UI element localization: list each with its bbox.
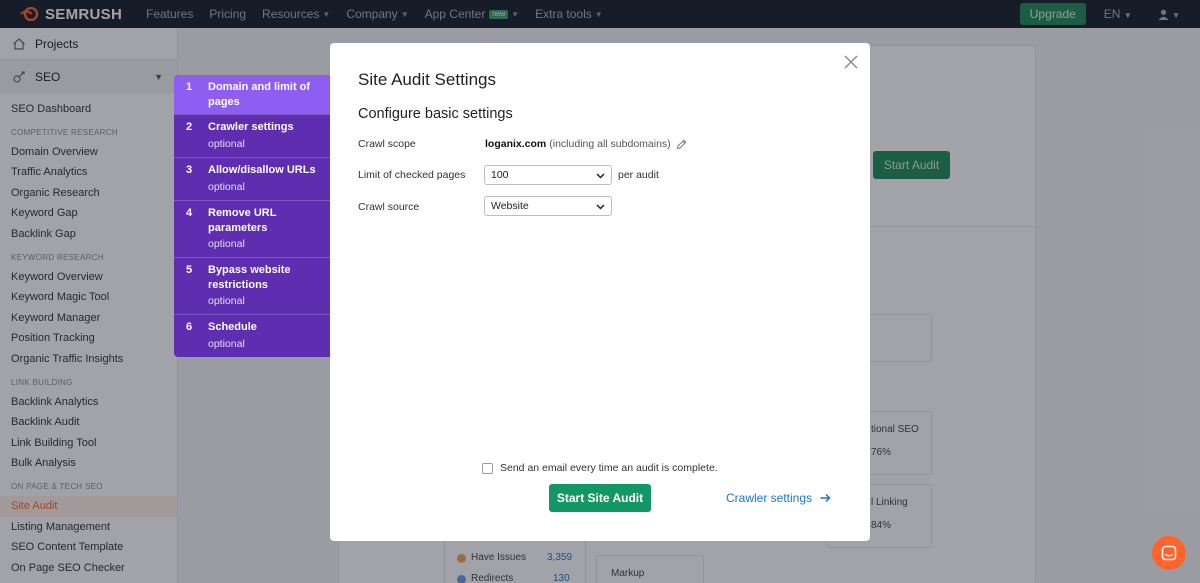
- modal-subtitle: Configure basic settings: [358, 106, 513, 122]
- step-bypass-website-restrictions[interactable]: 5 Bypass website restrictions optional: [174, 258, 330, 315]
- step-title: Schedule: [208, 321, 257, 333]
- settings-steps-panel: 1 Domain and limit of pages 2 Crawler se…: [174, 75, 330, 357]
- step-domain-and-limit[interactable]: 1 Domain and limit of pages: [174, 75, 330, 115]
- crawl-scope-value: loganix.com (including all subdomains): [485, 138, 687, 150]
- step-crawler-settings[interactable]: 2 Crawler settings optional: [174, 115, 330, 158]
- step-optional-label: optional: [208, 137, 245, 150]
- crawl-source-value: Website: [491, 200, 529, 212]
- step-number: 1: [186, 81, 193, 93]
- close-icon[interactable]: [843, 54, 859, 70]
- step-schedule[interactable]: 6 Schedule optional: [174, 315, 330, 357]
- step-title: Bypass website restrictions: [208, 264, 291, 291]
- step-title: Allow/disallow URLs: [208, 164, 316, 176]
- step-optional-label: optional: [208, 337, 245, 350]
- chat-support-button[interactable]: [1152, 536, 1186, 570]
- step-title: Domain and limit of pages: [208, 81, 311, 108]
- crawl-source-select[interactable]: Website: [484, 196, 612, 216]
- email-notification-checkbox[interactable]: [482, 462, 493, 474]
- step-number: 4: [186, 207, 193, 219]
- step-allow-disallow-urls[interactable]: 3 Allow/disallow URLs optional: [174, 158, 330, 201]
- crawl-scope-label: Crawl scope: [358, 138, 416, 150]
- chat-icon: [1161, 545, 1177, 561]
- step-number: 3: [186, 164, 193, 176]
- limit-pages-select[interactable]: 100: [484, 165, 612, 185]
- crawl-scope-domain: loganix.com: [485, 138, 547, 150]
- step-number: 6: [186, 321, 193, 333]
- step-title: Remove URL parameters: [208, 207, 277, 234]
- modal-title: Site Audit Settings: [358, 70, 496, 89]
- email-notification-label: Send an email every time an audit is com…: [500, 462, 718, 474]
- crawl-source-label: Crawl source: [358, 201, 420, 213]
- chevron-down-icon: [596, 173, 605, 179]
- crawler-settings-link[interactable]: Crawler settings: [726, 491, 831, 505]
- limit-pages-value: 100: [491, 169, 509, 181]
- limit-label: Limit of checked pages: [358, 169, 466, 181]
- start-site-audit-button[interactable]: Start Site Audit: [549, 484, 651, 512]
- email-notification-row: Send an email every time an audit is com…: [482, 462, 718, 474]
- crawl-scope-note: (including all subdomains): [549, 138, 671, 150]
- step-optional-label: optional: [208, 238, 245, 250]
- step-optional-label: optional: [208, 180, 245, 193]
- step-optional-label: optional: [208, 295, 245, 307]
- arrow-right-icon: [820, 493, 831, 503]
- per-audit-label: per audit: [618, 169, 659, 181]
- chevron-down-icon: [596, 204, 605, 210]
- step-title: Crawler settings: [208, 121, 294, 133]
- step-number: 5: [186, 264, 193, 276]
- step-remove-url-parameters[interactable]: 4 Remove URL parameters optional: [174, 201, 330, 258]
- site-audit-settings-modal: Site Audit Settings Configure basic sett…: [330, 43, 870, 541]
- pencil-icon[interactable]: [676, 138, 687, 150]
- crawler-settings-label: Crawler settings: [726, 491, 813, 505]
- step-number: 2: [186, 121, 193, 133]
